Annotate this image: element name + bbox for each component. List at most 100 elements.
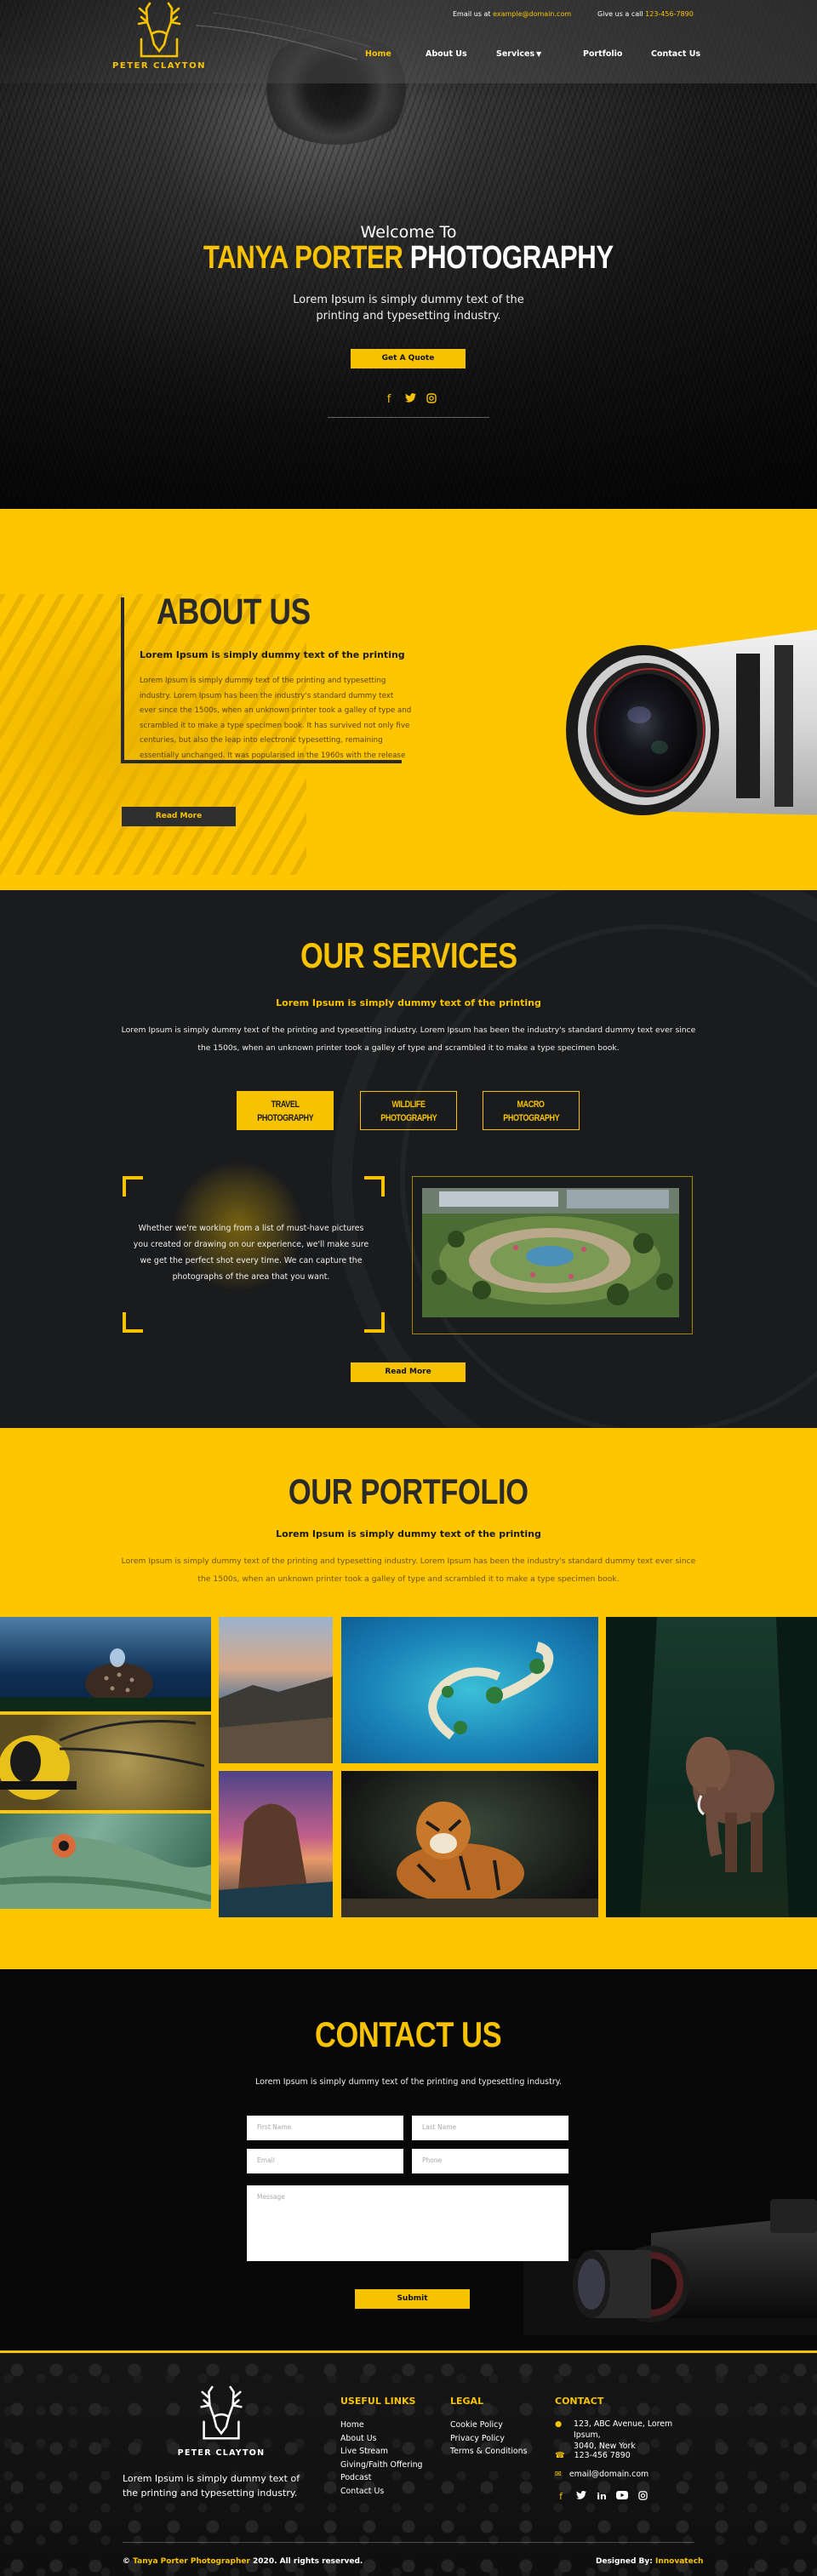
services-read-more-button[interactable]: Read More <box>351 1362 466 1382</box>
copyright-text: 2020. All rights reserved. <box>253 2557 363 2566</box>
footer-link-live-stream[interactable]: Live Stream <box>340 2445 423 2459</box>
deer-logo-icon <box>200 2385 243 2440</box>
footer-divider <box>123 2542 694 2543</box>
useful-links-heading: USEFUL LINKS <box>340 2396 416 2407</box>
email-link[interactable]: example@domain.com <box>493 10 571 18</box>
instagram-icon[interactable] <box>637 2491 648 2503</box>
nav-about[interactable]: About Us <box>426 49 467 59</box>
about-read-more-button[interactable]: Read More <box>122 807 236 826</box>
portfolio-section: OUR PORTFOLIO Lorem Ipsum is simply dumm… <box>0 1428 817 1969</box>
copyright-name[interactable]: Tanya Porter Photographer <box>133 2557 250 2566</box>
twitter-icon[interactable] <box>404 393 416 407</box>
submit-button[interactable]: Submit <box>355 2289 470 2309</box>
phone-field[interactable]: Phone <box>412 2149 568 2173</box>
frame-corner <box>364 1176 385 1197</box>
hero-social: f <box>383 393 437 407</box>
main-nav: Home About Us Services ▼ Portfolio Conta… <box>357 49 715 63</box>
header-email[interactable]: Email us at example@domain.com <box>453 10 571 18</box>
designer-link[interactable]: Innovatech <box>655 2557 703 2566</box>
portfolio-item-island[interactable] <box>341 1617 598 1763</box>
camera-image <box>523 2199 817 2335</box>
contact-title: CONTACT US <box>315 2014 502 2054</box>
instagram-icon[interactable] <box>426 393 437 407</box>
portfolio-item-tiger[interactable] <box>341 1771 598 1917</box>
tab-macro-photography[interactable]: MACRO PHOTOGRAPHY <box>483 1091 580 1130</box>
useful-links-list: Home About Us Live Stream Giving/Faith O… <box>340 2419 423 2498</box>
legal-links-list: Cookie Policy Privacy Policy Terms & Con… <box>450 2419 528 2459</box>
copyright: © Tanya Porter Photographer 2020. All ri… <box>123 2557 363 2566</box>
twitter-icon[interactable] <box>575 2490 587 2503</box>
portfolio-item-seed[interactable] <box>0 1617 211 1711</box>
mail-icon: ✉ <box>555 2470 562 2479</box>
footer-email[interactable]: ✉ email@domain.com <box>555 2470 648 2479</box>
service-description: Whether we're working from a list of mus… <box>133 1224 369 1282</box>
phone-link[interactable]: 123-456-7890 <box>645 10 694 18</box>
footer-email-text: email@domain.com <box>568 2470 649 2479</box>
youtube-icon[interactable] <box>616 2491 628 2503</box>
footer-phone[interactable]: ☎ 123-456 7890 <box>555 2451 631 2460</box>
tab-travel-photography[interactable]: TRAVEL PHOTOGRAPHY <box>237 1091 334 1130</box>
phone-icon: ☎ <box>555 2451 565 2460</box>
portfolio-item-lizard[interactable] <box>0 1813 211 1909</box>
portfolio-item-wasp[interactable] <box>0 1715 211 1810</box>
portfolio-item-coast[interactable] <box>219 1617 333 1763</box>
footer-link-privacy[interactable]: Privacy Policy <box>450 2432 528 2446</box>
get-quote-button[interactable]: Get A Quote <box>351 349 466 368</box>
footer-link-terms[interactable]: Terms & Conditions <box>450 2445 528 2459</box>
contact-section: CONTACT US Lorem Ipsum is simply dummy t… <box>0 1969 817 2350</box>
designed-by: Designed By: Innovatech <box>596 2557 703 2566</box>
copyright-symbol: © <box>123 2557 130 2566</box>
nav-home[interactable]: Home <box>365 49 391 59</box>
footer-link-contact[interactable]: Contact Us <box>340 2485 423 2499</box>
services-body: Lorem Ipsum is simply dummy text of the … <box>121 1025 696 1053</box>
first-name-field[interactable]: First Name <box>247 2116 403 2140</box>
logo-text: PETER CLAYTON <box>112 61 206 71</box>
contact-heading: CONTACT <box>555 2396 604 2407</box>
tab-wildlife-photography[interactable]: WILDLIFE PHOTOGRAPHY <box>360 1091 457 1130</box>
deer-logo-icon <box>137 2 181 58</box>
portfolio-item-rocks[interactable] <box>219 1771 333 1917</box>
footer-link-giving[interactable]: Giving/Faith Offering <box>340 2459 423 2472</box>
nav-contact[interactable]: Contact Us <box>651 49 700 59</box>
header-phone[interactable]: Give us a call 123-456-7890 <box>597 10 694 18</box>
about-section: ABOUT US Lorem Ipsum is simply dummy tex… <box>0 509 817 890</box>
hero-divider <box>328 417 489 418</box>
nav-portfolio[interactable]: Portfolio <box>583 49 622 59</box>
portfolio-body: Lorem Ipsum is simply dummy text of the … <box>121 1556 696 1584</box>
footer-link-about[interactable]: About Us <box>340 2432 423 2446</box>
hero-title-accent: TANYA PORTER <box>203 240 403 276</box>
footer-link-podcast[interactable]: Podcast <box>340 2471 423 2485</box>
linkedin-icon[interactable]: in <box>596 2491 608 2503</box>
footer-address: ● 123, ABC Avenue, Lorem Ipsum, 3040, Ne… <box>555 2419 700 2452</box>
services-subtitle: Lorem Ipsum is simply dummy text of the … <box>276 997 541 1008</box>
facebook-icon[interactable]: f <box>555 2491 567 2503</box>
chevron-down-icon[interactable]: ▼ <box>536 50 541 58</box>
hero-section: PETER CLAYTON Email us at example@domain… <box>0 0 817 509</box>
frame-corner <box>123 1176 143 1197</box>
message-field[interactable]: Message <box>247 2185 568 2261</box>
portfolio-subtitle: Lorem Ipsum is simply dummy text of the … <box>276 1528 541 1539</box>
portfolio-title: OUR PORTFOLIO <box>289 1471 528 1511</box>
last-name-field[interactable]: Last Name <box>412 2116 568 2140</box>
nav-services[interactable]: Services <box>496 49 534 59</box>
about-frame-line <box>121 597 124 763</box>
address-line1: 123, ABC Avenue, Lorem Ipsum, <box>574 2419 673 2440</box>
footer-logo[interactable]: PETER CLAYTON <box>174 2385 268 2458</box>
email-field[interactable]: Email <box>247 2149 403 2173</box>
site-logo[interactable]: PETER CLAYTON <box>112 2 206 82</box>
site-footer: PETER CLAYTON Lorem Ipsum is simply dumm… <box>0 2350 817 2576</box>
top-header: PETER CLAYTON Email us at example@domain… <box>0 0 817 83</box>
frame-corner <box>123 1312 143 1333</box>
about-subtitle: Lorem Ipsum is simply dummy text of the … <box>140 649 405 660</box>
designed-by-label: Designed By: <box>596 2557 653 2566</box>
about-title: ABOUT US <box>156 591 311 632</box>
legal-heading: LEGAL <box>450 2396 484 2407</box>
hero-subtitle: Lorem Ipsum is simply dummy text of the … <box>293 294 524 323</box>
footer-link-home[interactable]: Home <box>340 2419 423 2432</box>
services-title: OUR SERVICES <box>300 935 517 975</box>
footer-link-cookie[interactable]: Cookie Policy <box>450 2419 528 2432</box>
footer-phone-text: 123-456 7890 <box>574 2451 631 2460</box>
portfolio-item-elephant[interactable] <box>606 1617 817 1917</box>
facebook-icon[interactable]: f <box>383 393 395 407</box>
services-section: OUR SERVICES Lorem Ipsum is simply dummy… <box>0 890 817 1428</box>
